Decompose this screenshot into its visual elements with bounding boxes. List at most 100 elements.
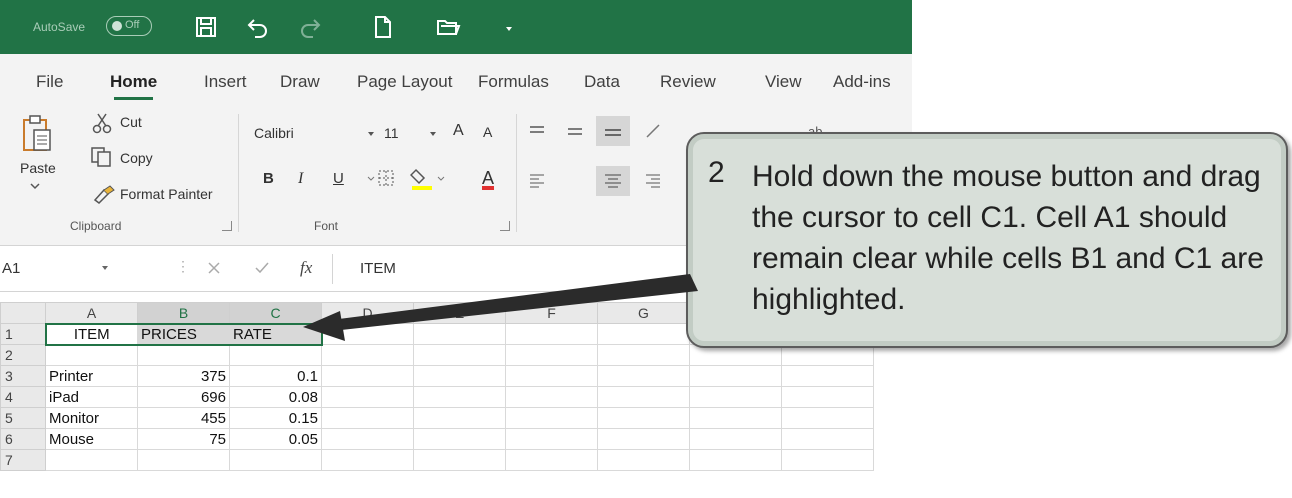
cell[interactable]: 0.1 [229, 365, 322, 387]
cell[interactable] [413, 344, 506, 366]
drag-handle-icon[interactable]: ⋮ [176, 258, 190, 275]
tab-data[interactable]: Data [584, 54, 620, 106]
middle-align-icon[interactable] [566, 124, 584, 140]
copy-label[interactable]: Copy [120, 150, 153, 166]
cell[interactable] [45, 449, 138, 471]
cell[interactable] [505, 344, 598, 366]
font-color-button[interactable]: A [482, 168, 494, 189]
cell[interactable] [413, 407, 506, 429]
cell[interactable] [45, 344, 138, 366]
paste-dropdown-icon[interactable] [30, 182, 40, 190]
format-painter-icon[interactable] [92, 184, 116, 204]
paste-icon[interactable] [22, 114, 54, 154]
tab-insert[interactable]: Insert [204, 54, 247, 106]
cell[interactable] [321, 323, 414, 345]
tab-view[interactable]: View [765, 54, 802, 106]
cell[interactable] [413, 323, 506, 345]
italic-button[interactable]: I [298, 170, 303, 188]
column-header[interactable]: C [229, 302, 322, 325]
clipboard-launcher-icon[interactable] [222, 221, 232, 231]
cell[interactable] [689, 407, 782, 429]
row-header[interactable]: 3 [0, 365, 46, 387]
cell[interactable] [137, 449, 230, 471]
cell[interactable] [597, 365, 690, 387]
underline-button[interactable]: U [333, 170, 344, 187]
column-header[interactable]: G [597, 302, 690, 324]
tab-page-layout[interactable]: Page Layout [357, 54, 452, 106]
font-name-dropdown-icon[interactable] [366, 130, 376, 138]
row-header[interactable]: 7 [0, 449, 46, 471]
cell[interactable]: 0.05 [229, 428, 322, 450]
cell[interactable] [781, 386, 874, 408]
cell[interactable] [505, 428, 598, 450]
cell[interactable] [321, 407, 414, 429]
cell[interactable] [229, 344, 322, 366]
autosave-toggle[interactable]: Off [106, 16, 152, 36]
cell[interactable] [781, 407, 874, 429]
cell[interactable]: 75 [137, 428, 230, 450]
row-header[interactable]: 4 [0, 386, 46, 408]
cut-icon[interactable] [92, 112, 112, 134]
save-icon[interactable] [193, 14, 219, 40]
cell[interactable] [413, 386, 506, 408]
paste-label[interactable]: Paste [20, 160, 56, 176]
top-align-icon[interactable] [528, 124, 546, 140]
cell[interactable] [597, 449, 690, 471]
cell[interactable] [505, 407, 598, 429]
align-right-icon[interactable] [644, 172, 662, 190]
cell[interactable] [413, 449, 506, 471]
shrink-font-icon[interactable]: A [483, 124, 492, 140]
font-launcher-icon[interactable] [500, 221, 510, 231]
cell[interactable] [597, 344, 690, 366]
cell[interactable]: Monitor [45, 407, 138, 429]
column-header[interactable]: E [413, 302, 506, 324]
cancel-entry-icon[interactable] [206, 260, 222, 276]
customize-toolbar-icon[interactable] [496, 14, 522, 40]
cell[interactable]: Mouse [45, 428, 138, 450]
cell[interactable] [505, 323, 598, 345]
cell[interactable]: 375 [137, 365, 230, 387]
tab-formulas[interactable]: Formulas [478, 54, 549, 106]
cell[interactable] [229, 449, 322, 471]
row-header[interactable]: 2 [0, 344, 46, 366]
cell[interactable] [689, 386, 782, 408]
cell[interactable]: iPad [45, 386, 138, 408]
borders-icon[interactable] [367, 168, 397, 190]
cell[interactable] [413, 428, 506, 450]
cell[interactable] [321, 365, 414, 387]
cell[interactable] [781, 449, 874, 471]
cell[interactable] [321, 428, 414, 450]
grow-font-icon[interactable]: A [453, 122, 464, 140]
font-size-box[interactable]: 11 [378, 120, 424, 148]
cell[interactable] [597, 386, 690, 408]
open-folder-icon[interactable] [435, 14, 461, 40]
cell-c1[interactable]: RATE [229, 323, 323, 346]
cell-b1[interactable]: PRICES [137, 323, 230, 346]
column-header[interactable]: F [505, 302, 598, 324]
cell[interactable] [689, 428, 782, 450]
tab-draw[interactable]: Draw [280, 54, 320, 106]
center-align-button[interactable] [596, 166, 630, 196]
tab-review[interactable]: Review [660, 54, 716, 106]
column-header[interactable]: B [137, 302, 230, 325]
copy-icon[interactable] [90, 146, 114, 168]
confirm-entry-icon[interactable] [254, 260, 270, 276]
column-header[interactable]: A [45, 302, 138, 324]
name-box-dropdown-icon[interactable] [100, 264, 110, 272]
cell[interactable]: 0.15 [229, 407, 322, 429]
column-header[interactable]: D [321, 302, 414, 324]
font-name-box[interactable]: Calibri [248, 120, 362, 148]
cell[interactable] [597, 428, 690, 450]
cell[interactable] [689, 449, 782, 471]
redo-icon[interactable] [297, 14, 323, 40]
format-painter-label[interactable]: Format Painter [120, 186, 213, 202]
cell[interactable]: 696 [137, 386, 230, 408]
row-header[interactable]: 5 [0, 407, 46, 429]
cell[interactable] [597, 407, 690, 429]
cell[interactable] [137, 344, 230, 366]
cell[interactable] [321, 344, 414, 366]
cell-a1[interactable]: ITEM [44, 322, 138, 346]
cell[interactable] [505, 449, 598, 471]
cell[interactable] [505, 386, 598, 408]
cell[interactable] [413, 365, 506, 387]
